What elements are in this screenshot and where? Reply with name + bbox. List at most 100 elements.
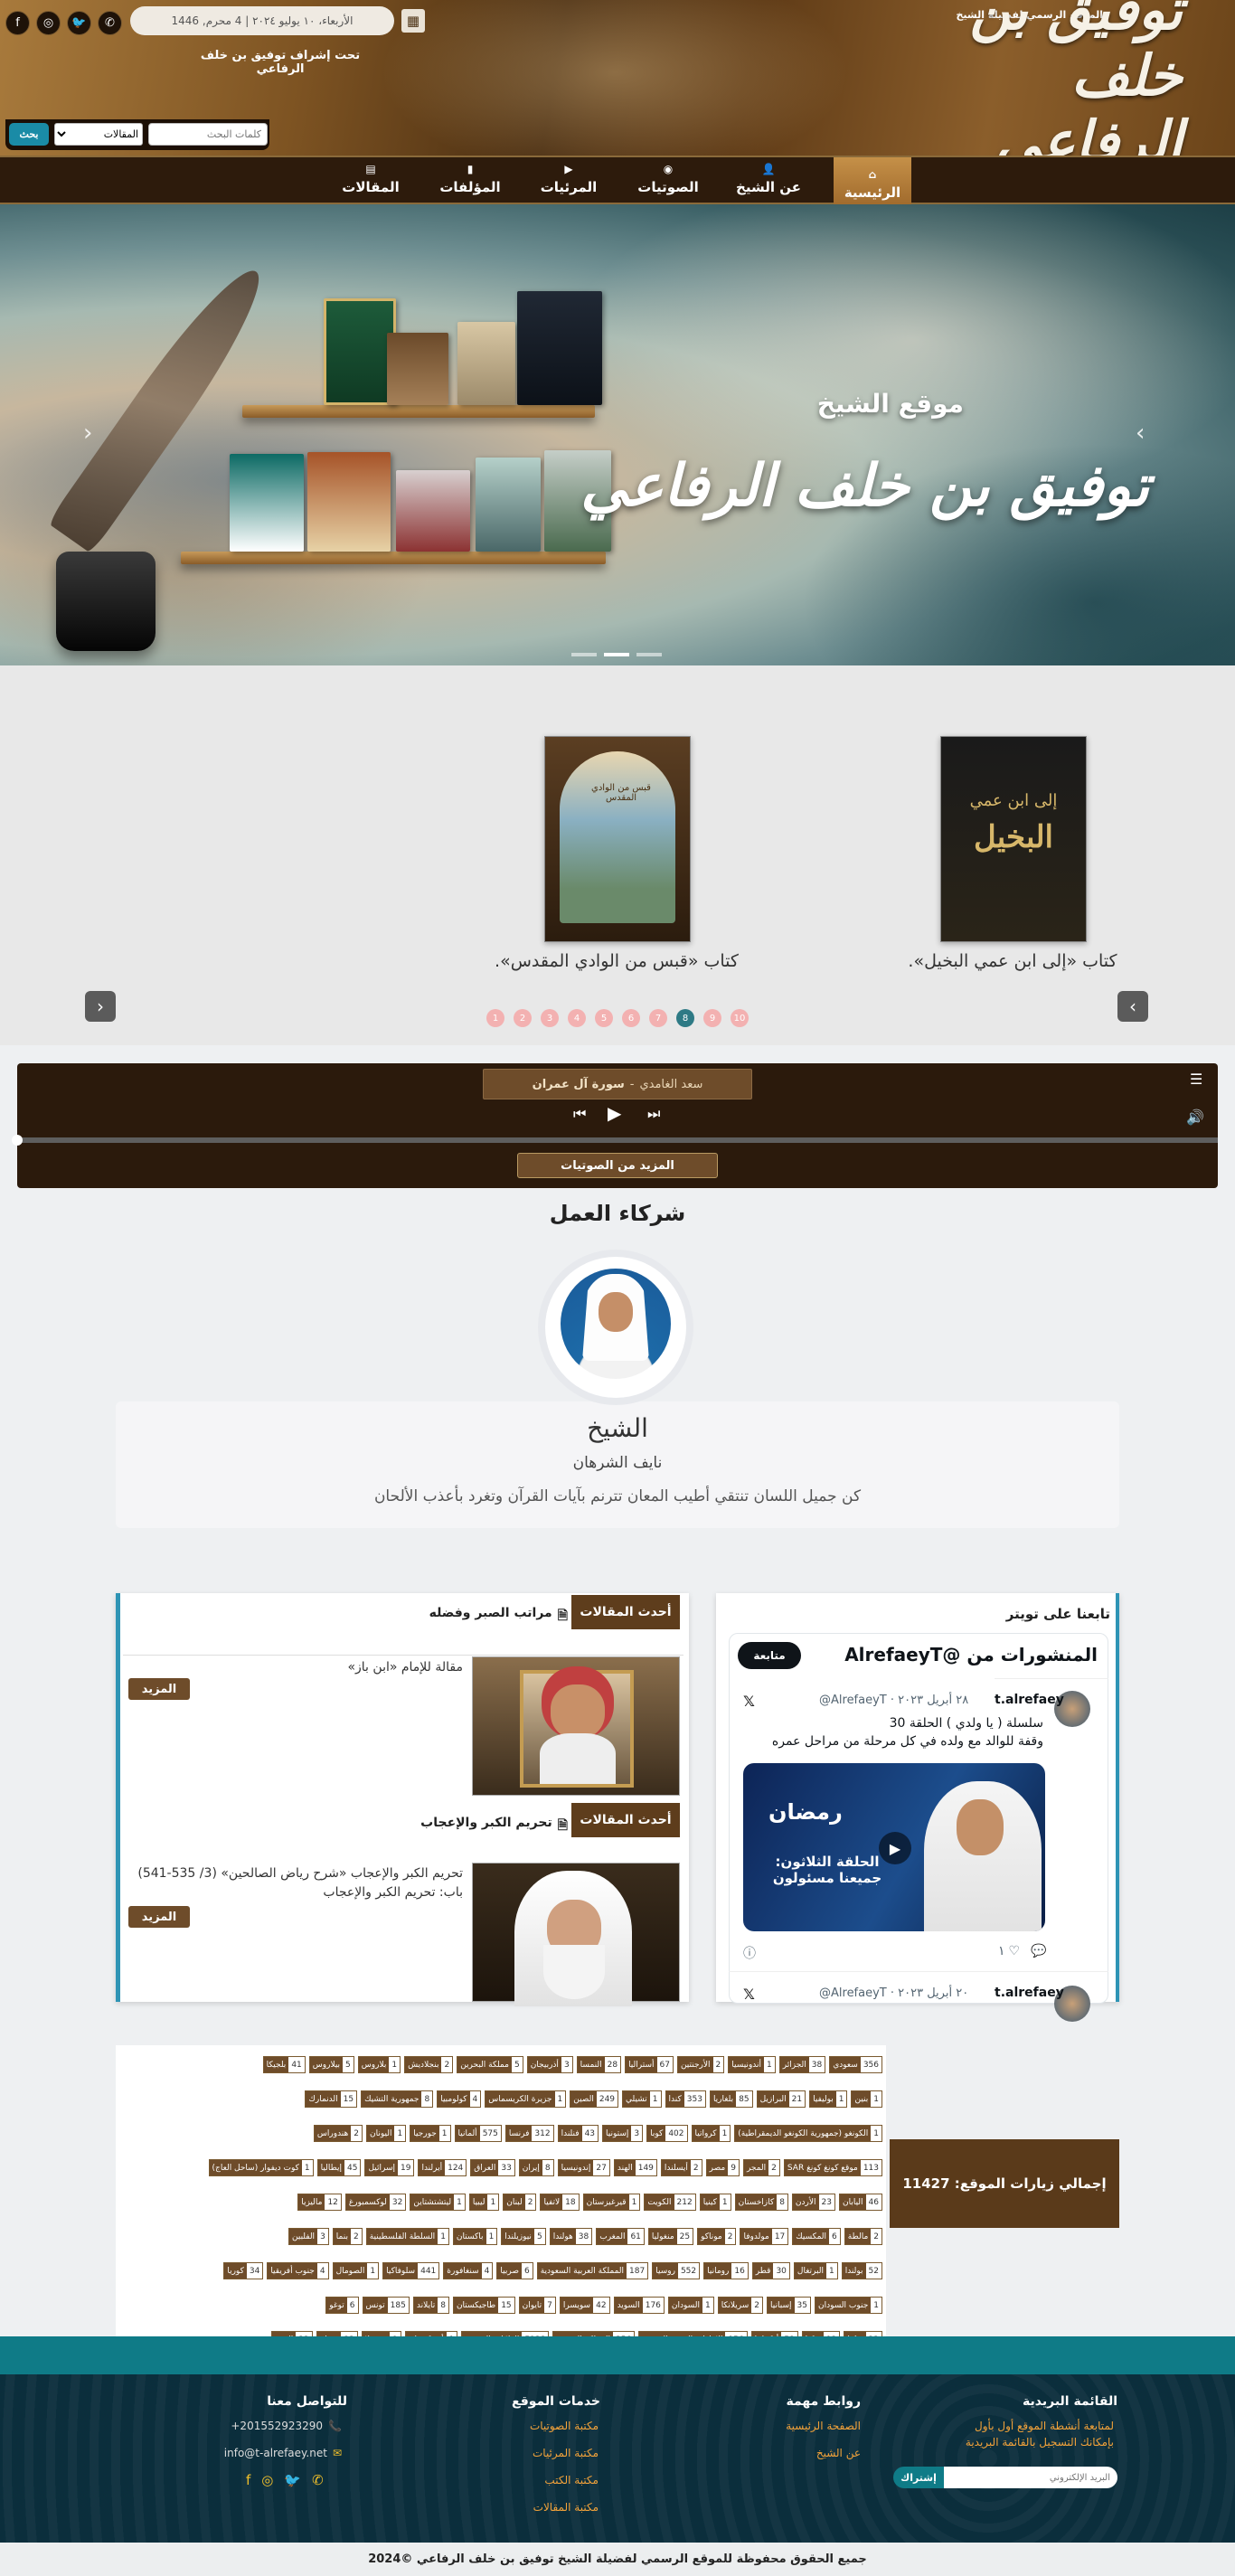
nav-video[interactable]: ▶ المرئيات (533, 156, 604, 201)
carousel-page-dot[interactable]: 8 (676, 1009, 694, 1027)
country-visit-tag: 6 المكسيك (792, 2228, 841, 2245)
nav-about[interactable]: 👤 عن الشيخ (729, 156, 808, 201)
contact-email[interactable]: info@t-alrefaey.net ✉ (224, 2447, 342, 2459)
footer-link[interactable]: مكتبة المرئيات (533, 2447, 599, 2459)
country-visit-tag: 1 السلطة الفلسطينية (365, 2228, 449, 2245)
carousel-page-dot[interactable]: 10 (731, 1009, 749, 1027)
article-icon: ▤ (365, 163, 376, 175)
country-visit-tag: 212 الكويت (644, 2194, 696, 2211)
visits-row: 2 مالطة 6 المكسيك 17 مولدوفا 2 موناكو 25 منغوليا 6… (119, 2228, 882, 2248)
phone-icon: 📞 (328, 2420, 342, 2432)
carousel-prev-icon[interactable]: ‹ (85, 991, 116, 1022)
article-title[interactable]: 🗎 تحريم الكبر والإعجاب (125, 1816, 568, 1837)
country-visit-tag: 3 الفلبين (288, 2228, 329, 2245)
slider-dot[interactable] (571, 653, 597, 656)
volume-icon[interactable]: 🔊 (1186, 1109, 1204, 1126)
article-title[interactable]: 🗎 مراتب الصبر وفضله (125, 1606, 568, 1628)
footer-link[interactable]: الصفحة الرئيسية (786, 2420, 861, 2432)
search-button[interactable]: بحث (9, 123, 49, 146)
country-visit-tag: 441 سلوفاكيا (382, 2262, 440, 2279)
country-visit-tag: 5 مملكة البحرين (457, 2056, 523, 2073)
play-icon[interactable]: ▶ (608, 1102, 621, 1124)
reply-icon[interactable]: 💬 (1031, 1944, 1046, 1958)
facebook-icon[interactable]: f (5, 11, 30, 35)
carousel-next-icon[interactable]: › (1117, 991, 1148, 1022)
country-visit-tag: 61 المغرب (596, 2228, 645, 2245)
nav-home[interactable]: ⌂ الرئيسية (834, 157, 911, 206)
country-visit-tag: 3 أذربيجان (526, 2056, 573, 2073)
country-visit-tag: 1 جنوب السودان (814, 2297, 882, 2314)
search-type-select[interactable]: المقالات (54, 123, 143, 146)
carousel-page-dot[interactable]: 3 (541, 1009, 559, 1027)
slider-prev-icon[interactable]: ‹ (83, 420, 92, 447)
facebook-icon[interactable]: f (246, 2472, 250, 2488)
search-input[interactable] (148, 123, 268, 146)
playlist-icon[interactable]: ☰ (1190, 1071, 1202, 1088)
slider-dot[interactable] (636, 653, 662, 656)
country-visit-tag: 1 ليتشتشتاين (410, 2194, 466, 2211)
tweet-author[interactable]: t.alrefaey (995, 1986, 1064, 2000)
carousel-page-dot[interactable]: 9 (703, 1009, 721, 1027)
x-logo-icon[interactable]: 𝕏 (743, 1986, 755, 2003)
carousel-page-dot[interactable]: 6 (622, 1009, 640, 1027)
tweet-author[interactable]: t.alrefaey (995, 1693, 1064, 1707)
whatsapp-icon[interactable]: ✆ (98, 11, 122, 35)
carousel-page-dot[interactable]: 1 (486, 1009, 504, 1027)
follow-button[interactable]: متابعة (738, 1642, 801, 1669)
newsletter-email-input[interactable] (944, 2467, 1117, 2488)
country-visit-tag: 1 بوليفيا (809, 2090, 848, 2108)
tweet-text: وقفة للوالد مع ولده في كل مرحلة من مراحل… (771, 1734, 1043, 1749)
article-more-button[interactable]: المزيد (128, 1906, 190, 1928)
progress-handle[interactable] (12, 1135, 23, 1146)
book-title[interactable]: كتاب «إلى ابن عمي البخيل». (850, 951, 1175, 971)
whatsapp-icon[interactable]: ✆ (312, 2472, 324, 2488)
site-logo[interactable]: توفيق بن خلف الرفاعي (884, 0, 1184, 175)
book-title[interactable]: كتاب «قبس من الوادي المقدس». (454, 951, 779, 971)
nav-audio[interactable]: ◉ الصوتيات (629, 156, 707, 201)
slider-next-icon[interactable]: › (1136, 420, 1145, 447)
slider-dot[interactable] (604, 653, 629, 656)
more-audio-button[interactable]: المزيد من الصوتيات (517, 1153, 718, 1178)
country-visit-tag: 38 الجزائر (778, 2056, 826, 2073)
country-visit-tag: 353 كندا (665, 2090, 706, 2108)
book-cover (387, 333, 448, 405)
track-label: سعد الغامدي - سورة آل عمران (483, 1069, 752, 1099)
footer-link[interactable]: مكتبة الكتب (544, 2474, 599, 2486)
country-visit-tag: 1 بلاروس (357, 2056, 401, 2073)
book-cover-bakhil[interactable]: إلى ابن عمي البخيل (940, 736, 1087, 942)
footer-link[interactable]: عن الشيخ (816, 2447, 861, 2459)
progress-bar[interactable] (17, 1137, 1218, 1143)
prev-track-icon[interactable]: ⏮ (573, 1105, 586, 1123)
article-image[interactable] (472, 1863, 680, 2006)
carousel-page-dot[interactable]: 7 (649, 1009, 667, 1027)
article-image[interactable] (472, 1656, 680, 1796)
instagram-icon[interactable]: ◎ (261, 2472, 273, 2488)
articles-tab[interactable]: أحدث المقالات (571, 1803, 680, 1837)
country-visit-tag: 1 جورجيا (410, 2125, 451, 2142)
x-logo-icon[interactable]: 𝕏 (743, 1693, 755, 1710)
partners-title: شركاء العمل (549, 1201, 686, 1226)
country-visit-tag: 185 تونس (362, 2297, 410, 2314)
twitter-icon[interactable]: 🐦 (284, 2472, 301, 2488)
carousel-page-dot[interactable]: 5 (595, 1009, 613, 1027)
inkpot-image (56, 552, 156, 651)
twitter-icon[interactable]: 🐦 (67, 11, 91, 35)
like-button[interactable]: ♡ ١ (998, 1944, 1020, 1958)
article-more-button[interactable]: المزيد (128, 1678, 190, 1700)
country-visit-tag: 34 كوريا (223, 2262, 264, 2279)
nav-articles[interactable]: ▤ المقالات (335, 156, 407, 201)
carousel-page-dot[interactable]: 2 (514, 1009, 532, 1027)
instagram-icon[interactable]: ◎ (36, 11, 61, 35)
tweet-video[interactable]: رمضان الحلقة الثلاثون: جميعنا مسئولون ▶ (743, 1763, 1045, 1931)
next-track-icon[interactable]: ⏭ (647, 1105, 660, 1123)
footer-link[interactable]: مكتبة الصوتيات (530, 2420, 599, 2432)
contact-phone[interactable]: +201552923290 📞 (231, 2420, 342, 2432)
footer-link[interactable]: مكتبة المقالات (533, 2501, 599, 2514)
nav-books[interactable]: ▮ المؤلفات (432, 156, 508, 201)
subscribe-button[interactable]: إشتراك (893, 2467, 944, 2488)
video-play-icon[interactable]: ▶ (879, 1832, 911, 1864)
carousel-page-dot[interactable]: 4 (568, 1009, 586, 1027)
book-cover-qabas[interactable] (544, 736, 691, 942)
articles-tab[interactable]: أحدث المقالات (571, 1595, 680, 1629)
info-icon[interactable]: ⓘ (743, 1944, 756, 1962)
